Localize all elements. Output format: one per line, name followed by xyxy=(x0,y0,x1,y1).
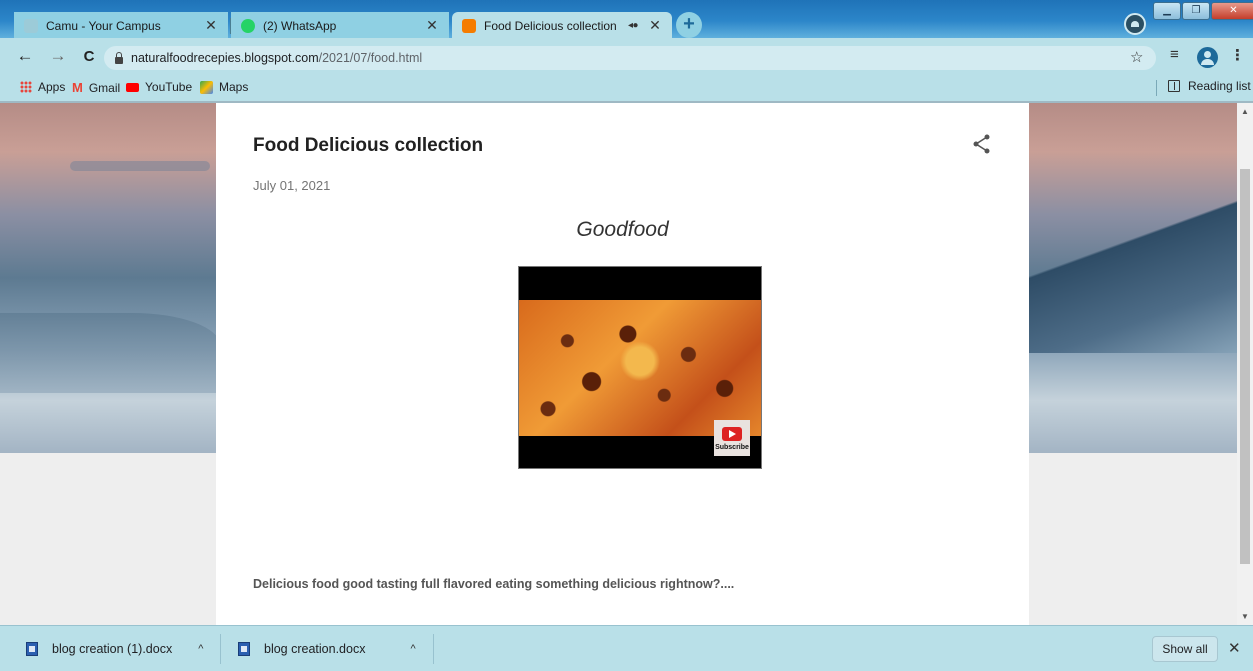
post-subtitle: Goodfood xyxy=(576,218,669,241)
downloads-bar: blog creation (1).docx ^ blog creation.d… xyxy=(0,625,1253,671)
media-control-icon[interactable]: ≡ xyxy=(1170,46,1179,63)
address-bar[interactable]: naturalfoodrecepies.blogspot.com/2021/07… xyxy=(104,46,1156,70)
tab-camu[interactable]: Camu - Your Campus ✕ xyxy=(14,12,228,39)
back-button[interactable]: ← xyxy=(14,46,36,66)
url-text: naturalfoodrecepies.blogspot.com/2021/07… xyxy=(131,51,422,65)
blogger-favicon-icon xyxy=(462,18,476,33)
subscribe-badge[interactable]: Subscribe xyxy=(714,420,750,456)
tab-close-icon[interactable]: ✕ xyxy=(646,17,664,34)
lock-icon[interactable] xyxy=(115,51,123,64)
bookmarks-separator xyxy=(1156,80,1157,96)
page-viewport: Food Delicious collection July 01, 2021 … xyxy=(0,101,1253,625)
scrollbar-thumb[interactable] xyxy=(1240,169,1250,564)
browser-toolbar: ← → C naturalfoodrecepies.blogspot.com/2… xyxy=(0,38,1253,76)
hero-dune xyxy=(0,313,220,393)
download-separator xyxy=(433,634,434,664)
hero-mountains xyxy=(1023,193,1253,353)
reload-button[interactable]: C xyxy=(78,48,100,65)
youtube-play-icon xyxy=(722,427,742,441)
post-date[interactable]: July 01, 2021 xyxy=(253,178,330,193)
new-tab-button[interactable]: + xyxy=(676,12,702,38)
bookmark-youtube[interactable]: YouTube xyxy=(126,80,192,94)
post-title[interactable]: Food Delicious collection xyxy=(253,135,483,157)
embedded-video[interactable]: Subscribe xyxy=(518,266,762,469)
camu-favicon-icon xyxy=(24,18,38,33)
profile-avatar-icon[interactable] xyxy=(1197,47,1218,68)
blog-post-card: Food Delicious collection July 01, 2021 … xyxy=(216,103,1029,625)
close-window-button[interactable]: ✕ xyxy=(1211,2,1253,20)
bookmark-label: Apps xyxy=(38,80,66,94)
word-document-icon xyxy=(238,642,250,656)
tab-close-icon[interactable]: ✕ xyxy=(202,17,220,34)
gmail-icon: M xyxy=(72,80,83,95)
bookmark-apps[interactable]: Apps xyxy=(20,80,65,94)
forward-button[interactable]: → xyxy=(47,46,69,66)
video-thumbnail-image xyxy=(519,300,761,436)
window-controls: ▁ ❐ ✕ xyxy=(1153,2,1253,20)
bookmarks-bar: Apps M Gmail YouTube Maps Reading list xyxy=(0,76,1253,101)
profile-badge-icon[interactable] xyxy=(1124,13,1146,35)
scroll-up-arrow-icon[interactable]: ▲ xyxy=(1241,107,1249,116)
reading-list-button[interactable]: Reading list xyxy=(1168,79,1251,93)
download-separator xyxy=(220,634,221,664)
maximize-button[interactable]: ❐ xyxy=(1182,2,1210,20)
bookmark-star-icon[interactable]: ☆ xyxy=(1130,48,1143,66)
url-path: /2021/07/food.html xyxy=(318,51,423,65)
whatsapp-favicon-icon xyxy=(241,18,255,33)
download-filename: blog creation (1).docx xyxy=(52,642,173,656)
tab-food-delicious[interactable]: Food Delicious collection ◂⦁ ✕ xyxy=(452,12,672,39)
audio-playing-icon[interactable]: ◂⦁ xyxy=(628,20,638,31)
hero-cloud xyxy=(70,161,210,171)
reading-list-label: Reading list xyxy=(1188,79,1251,93)
tab-whatsapp[interactable]: (2) WhatsApp ✕ xyxy=(231,12,449,39)
bookmark-label: Gmail xyxy=(88,80,121,95)
tab-title: (2) WhatsApp xyxy=(263,18,337,33)
tab-title: Camu - Your Campus xyxy=(46,18,161,33)
minimize-button[interactable]: ▁ xyxy=(1153,2,1181,20)
tab-title: Food Delicious collection xyxy=(484,18,617,33)
word-document-icon xyxy=(26,642,38,656)
bookmark-gmail[interactable]: M Gmail xyxy=(72,80,120,95)
tab-close-icon[interactable]: ✕ xyxy=(423,17,441,34)
reading-list-icon xyxy=(1168,80,1180,92)
bookmark-maps[interactable]: Maps xyxy=(200,80,248,94)
url-host: naturalfoodrecepies.blogspot.com xyxy=(131,51,319,65)
subscribe-label: Subscribe xyxy=(715,444,749,451)
tab-strip: Camu - Your Campus ✕ (2) WhatsApp ✕ Food… xyxy=(0,0,1253,39)
chevron-up-icon[interactable]: ^ xyxy=(198,643,203,655)
scroll-down-arrow-icon[interactable]: ▼ xyxy=(1241,612,1249,621)
download-item[interactable]: blog creation.docx ^ xyxy=(238,626,416,671)
download-filename: blog creation.docx xyxy=(264,642,366,656)
close-downloads-icon[interactable]: ✕ xyxy=(1228,639,1241,657)
apps-grid-icon xyxy=(20,81,32,93)
download-item[interactable]: blog creation (1).docx ^ xyxy=(26,626,203,671)
show-all-button[interactable]: Show all xyxy=(1152,636,1218,662)
post-body-text: Delicious food good tasting full flavore… xyxy=(253,577,735,591)
page-scrollbar[interactable]: ▲ ▼ xyxy=(1237,103,1253,625)
bookmark-label: YouTube xyxy=(145,80,193,94)
maps-icon xyxy=(200,80,213,94)
share-icon[interactable] xyxy=(973,134,991,154)
menu-dots-icon[interactable]: ⋮ xyxy=(1230,46,1245,64)
youtube-icon xyxy=(126,82,139,92)
bookmark-label: Maps xyxy=(219,80,249,94)
chevron-up-icon[interactable]: ^ xyxy=(410,643,415,655)
